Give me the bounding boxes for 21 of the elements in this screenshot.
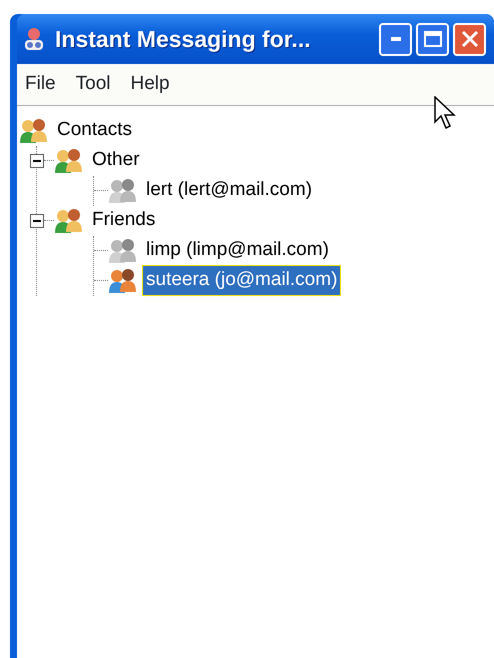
window-title: Instant Messaging for... bbox=[55, 24, 311, 54]
tree-item[interactable]: lert (lert@mail.com) bbox=[142, 175, 316, 206]
menu-item[interactable]: Tool bbox=[76, 70, 110, 98]
collapse-icon[interactable] bbox=[30, 154, 44, 168]
maximize-icon bbox=[422, 30, 442, 48]
close-icon bbox=[460, 29, 480, 49]
group-icon bbox=[54, 208, 84, 234]
minimize-button[interactable] bbox=[379, 22, 412, 56]
tree-item[interactable]: Other bbox=[88, 145, 144, 176]
menu-item[interactable]: Help bbox=[130, 70, 170, 98]
group-icon bbox=[19, 118, 49, 144]
menu-item[interactable]: File bbox=[25, 70, 56, 98]
collapse-icon[interactable] bbox=[30, 214, 44, 228]
maximize-button[interactable] bbox=[416, 22, 449, 56]
close-button[interactable] bbox=[453, 22, 486, 56]
tree-item[interactable]: suteera (jo@mail.com) bbox=[142, 265, 342, 296]
minimize-icon bbox=[390, 37, 400, 41]
group-icon bbox=[54, 148, 84, 174]
tree-item[interactable]: Friends bbox=[88, 205, 160, 236]
tree-item[interactable]: limp (limp@mail.com) bbox=[142, 235, 333, 266]
tree-item[interactable]: Contacts bbox=[53, 115, 136, 146]
